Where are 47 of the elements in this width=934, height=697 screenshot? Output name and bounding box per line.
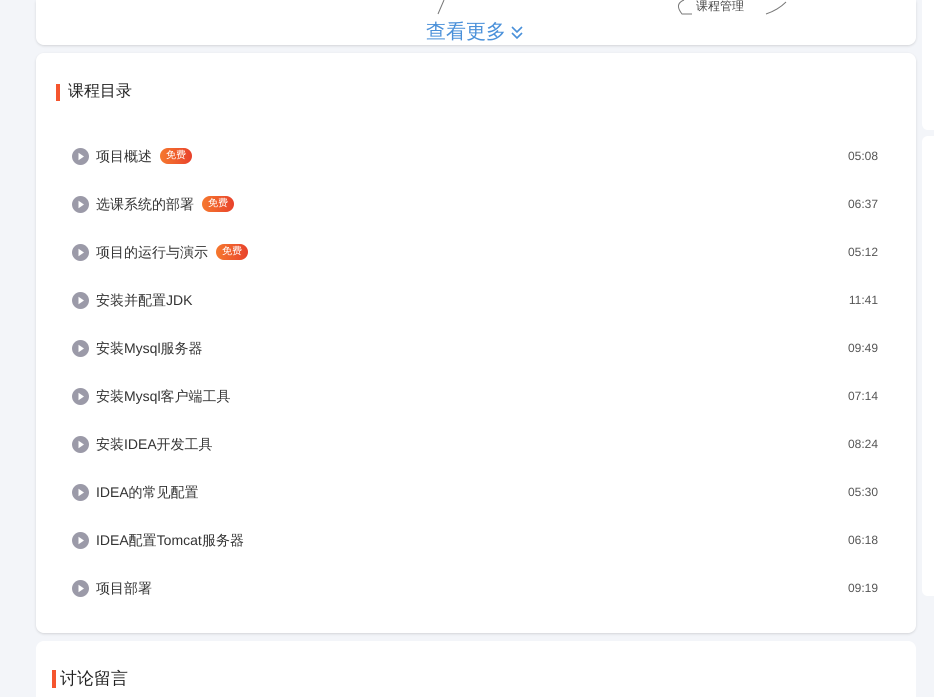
play-icon: [72, 244, 89, 260]
lesson-title: 项目部署: [96, 578, 152, 598]
lesson-duration: 06:18: [848, 532, 878, 549]
play-icon: [72, 388, 89, 404]
lesson-duration: 05:08: [848, 148, 878, 165]
play-icon: [72, 436, 89, 452]
lesson-duration: 07:14: [848, 388, 878, 405]
play-icon: [72, 340, 89, 356]
lesson-title: IDEA的常见配置: [96, 482, 199, 502]
play-icon: [72, 532, 89, 548]
lesson-row[interactable]: 安装IDEA开发工具 08:24: [56, 420, 896, 468]
play-icon: [72, 148, 89, 164]
lesson-row[interactable]: 项目概述 免费 05:08: [56, 132, 896, 180]
lesson-row[interactable]: 安装并配置JDK 11:41: [56, 276, 896, 324]
lesson-duration: 09:49: [848, 340, 878, 357]
lesson-duration: 11:41: [848, 292, 878, 309]
play-icon: [72, 196, 89, 212]
lesson-duration: 08:24: [848, 436, 878, 453]
lesson-title: 项目概述: [96, 146, 152, 166]
lesson-row[interactable]: IDEA的常见配置 05:30: [56, 468, 896, 516]
lesson-row[interactable]: 项目部署 09:19: [56, 564, 896, 612]
free-badge: 免费: [160, 148, 192, 164]
section-title: 讨论留言: [60, 668, 128, 690]
lesson-duration: 06:37: [848, 196, 878, 213]
lesson-title: 选课系统的部署: [96, 194, 194, 214]
lesson-title: 安装Mysql客户端工具: [96, 386, 231, 406]
lesson-title: IDEA配置Tomcat服务器: [96, 530, 244, 550]
lesson-row[interactable]: 选课系统的部署 免费 06:37: [56, 180, 896, 228]
free-badge: 免费: [216, 244, 248, 260]
lesson-title: 安装IDEA开发工具: [96, 434, 213, 454]
lesson-duration: 09:19: [848, 580, 878, 597]
lesson-title: 安装并配置JDK: [96, 290, 192, 310]
lesson-row[interactable]: IDEA配置Tomcat服务器 06:18: [56, 516, 896, 564]
lesson-row[interactable]: 项目的运行与演示 免费 05:12: [56, 228, 896, 276]
play-icon: [72, 292, 89, 308]
section-title: 课程目录: [68, 82, 132, 102]
mindmap-node-label: 课程管理: [696, 0, 744, 12]
lesson-row[interactable]: 安装Mysql服务器 09:49: [56, 324, 896, 372]
double-chevron-down-icon: [510, 24, 524, 40]
play-icon: [72, 580, 89, 596]
lesson-duration: 05:12: [848, 244, 878, 261]
free-badge: 免费: [202, 196, 234, 212]
lesson-duration: 05:30: [848, 484, 878, 501]
lesson-title: 安装Mysql服务器: [96, 338, 203, 358]
play-icon: [72, 484, 89, 500]
lesson-row[interactable]: 安装Mysql客户端工具 07:14: [56, 372, 896, 420]
lesson-title: 项目的运行与演示: [96, 242, 208, 262]
